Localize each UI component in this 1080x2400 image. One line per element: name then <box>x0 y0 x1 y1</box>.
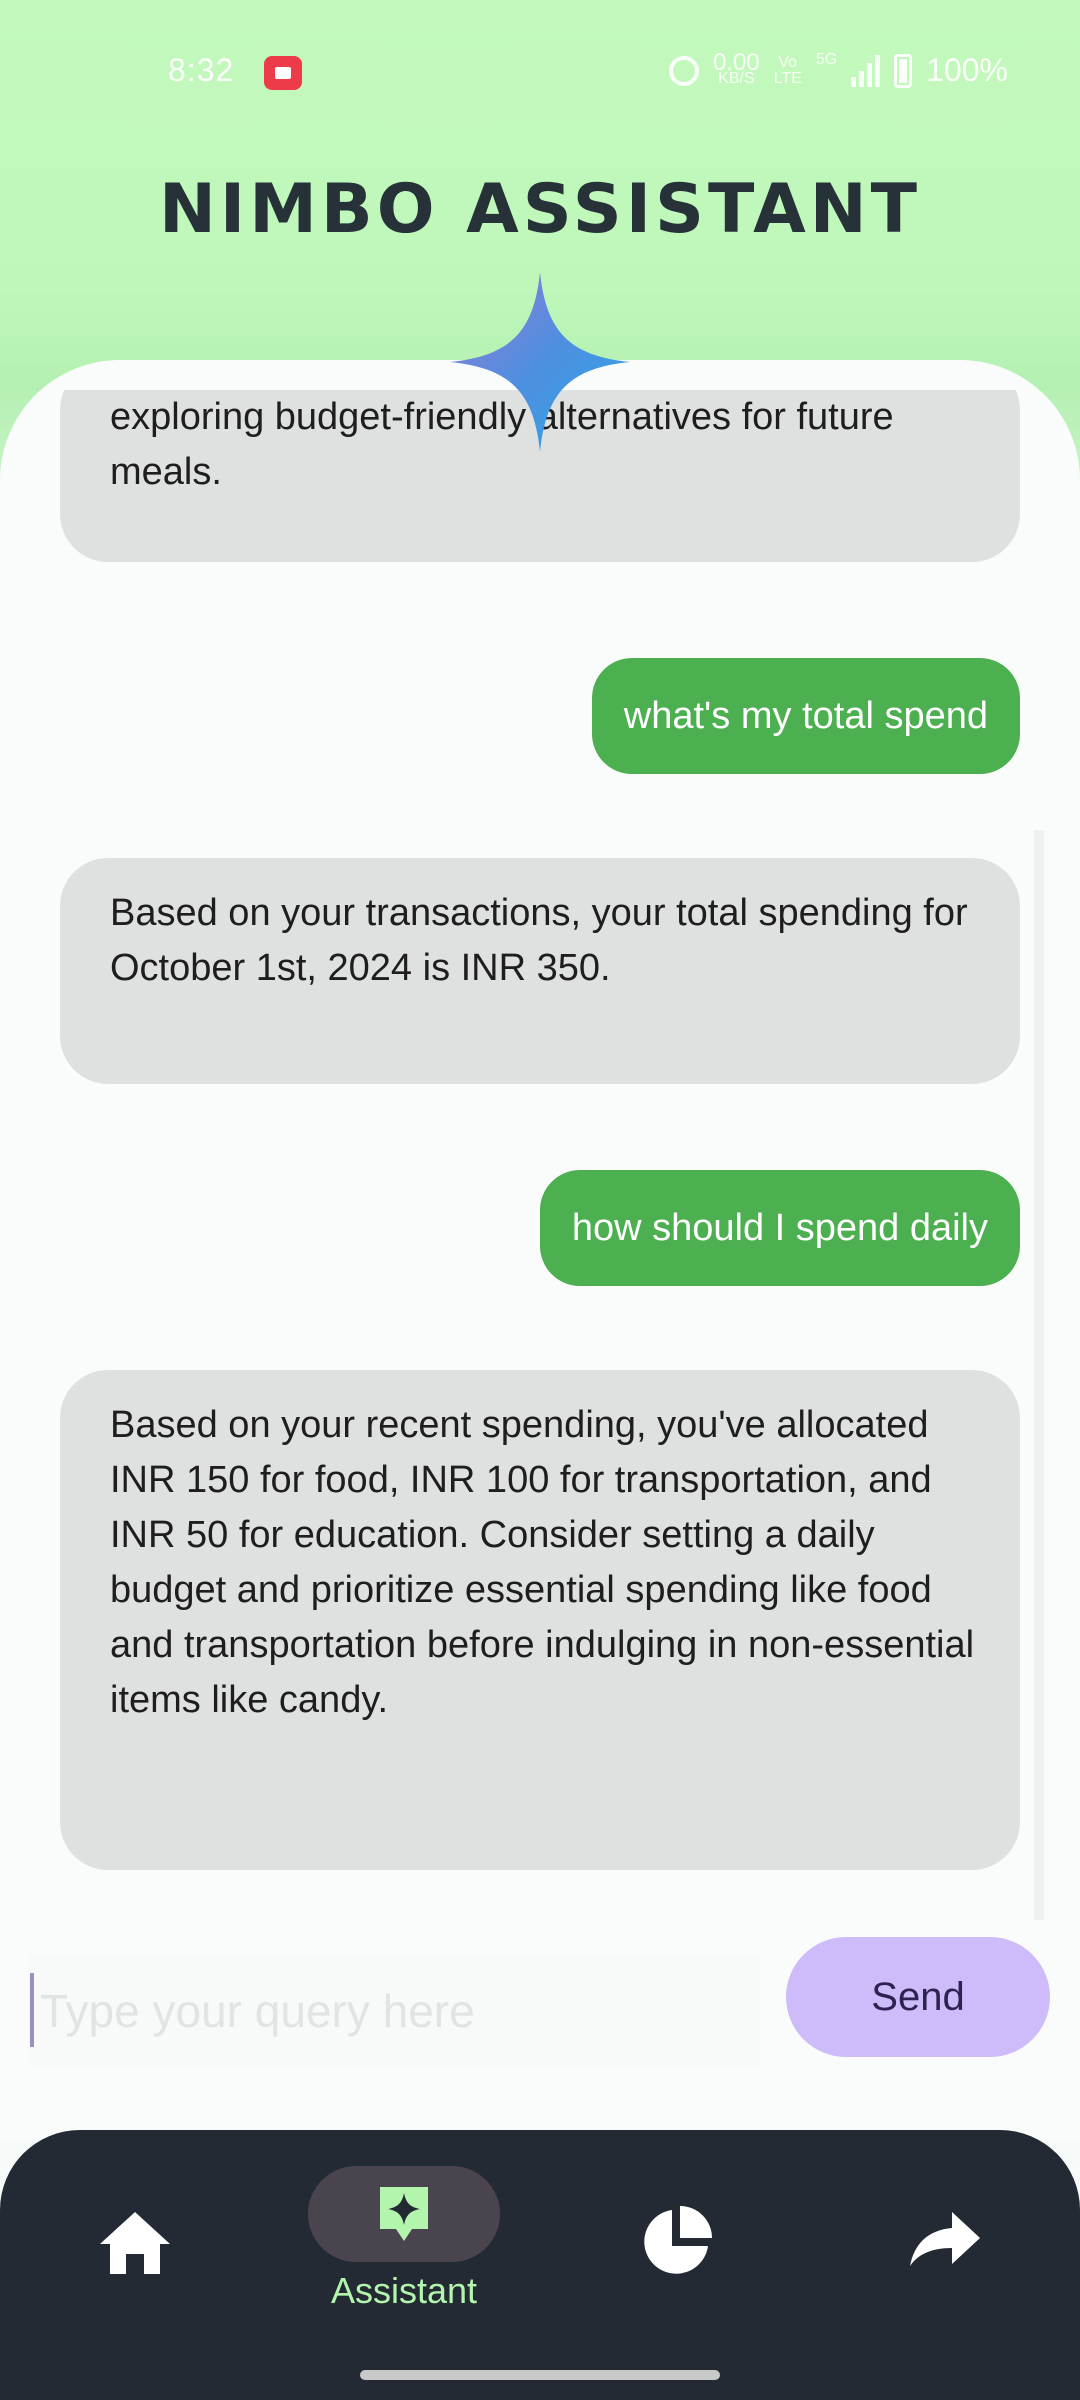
nav-home[interactable] <box>98 2208 172 2283</box>
sparkle-logo-icon <box>450 272 630 452</box>
assistant-sparkle-icon <box>380 2187 428 2241</box>
status-indicators: 0.00 KB/S Vo LTE 5G 100% <box>668 48 1008 89</box>
text-cursor <box>30 1973 34 2047</box>
status-bar: 8:32 0.00 KB/S Vo LTE 5G 100% <box>0 0 1080 140</box>
nav-assistant[interactable]: Assistant <box>308 2166 500 2312</box>
battery-icon <box>894 53 913 88</box>
nav-share[interactable] <box>908 2210 982 2273</box>
pie-chart-icon <box>644 2206 712 2274</box>
home-icon <box>100 2212 170 2274</box>
status-time: 8:32 <box>168 52 235 88</box>
message-text: how should I spend daily <box>571 1206 988 1249</box>
assistant-message: Based on your transactions, your total s… <box>60 858 1020 1084</box>
nav-assistant-label: Assistant <box>330 2270 478 2311</box>
message-text: Based on your transactions, your total s… <box>110 892 968 989</box>
battery-percent: 100% <box>926 52 1008 88</box>
composer: Send <box>28 1937 1052 2075</box>
chat-scrollbar[interactable] <box>1034 830 1044 1920</box>
assistant-message: Based on your recent spending, you've al… <box>60 1370 1020 1870</box>
network-speed-unit: KB/S <box>718 69 755 87</box>
page-title: NIMBO ASSISTANT <box>158 170 921 249</box>
active-indicator <box>308 2166 500 2262</box>
volte-indicator: Vo LTE <box>773 53 802 87</box>
signal-icon <box>851 54 881 87</box>
user-message: what's my total spend <box>591 658 1020 774</box>
alarm-icon <box>668 55 699 86</box>
bottom-navigation: Assistant <box>0 2130 1080 2400</box>
network-type: 5G <box>815 51 838 68</box>
message-text: Based on your recent spending, you've al… <box>110 1404 975 1721</box>
share-arrow-icon <box>910 2212 980 2266</box>
user-message: how should I spend daily <box>539 1170 1020 1286</box>
nav-insights[interactable] <box>638 2204 714 2285</box>
message-text: what's my total spend <box>623 694 988 737</box>
screen-record-icon <box>264 56 302 90</box>
send-button[interactable]: Send <box>786 1937 1050 2057</box>
volte-top: Vo <box>778 53 798 71</box>
network-speed-value: 0.00 <box>712 48 760 76</box>
chat-list[interactable]: exploring budget-friendly alternatives f… <box>40 390 1040 1920</box>
volte-bottom: LTE <box>773 69 802 87</box>
query-input[interactable] <box>28 1955 760 2067</box>
network-speed: 0.00 KB/S <box>712 48 760 87</box>
home-indicator[interactable] <box>360 2370 720 2380</box>
